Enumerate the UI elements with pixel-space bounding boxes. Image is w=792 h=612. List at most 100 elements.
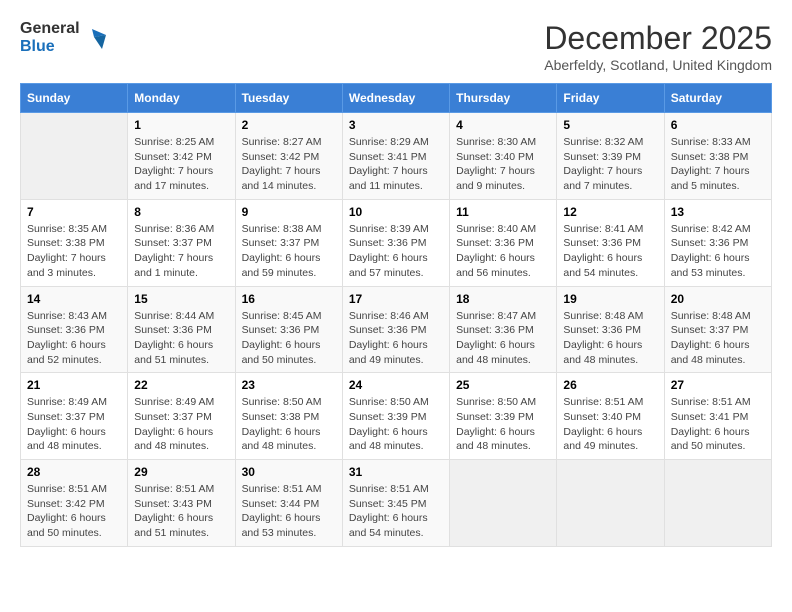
day-number: 29 xyxy=(134,465,228,479)
daylight: Daylight: 6 hours and 59 minutes. xyxy=(242,252,321,279)
daylight: Daylight: 6 hours and 49 minutes. xyxy=(349,339,428,366)
sunrise: Sunrise: 8:50 AM xyxy=(242,396,322,408)
sunset: Sunset: 3:38 PM xyxy=(242,411,320,423)
day-number: 16 xyxy=(242,292,336,306)
calendar-cell: 10 Sunrise: 8:39 AM Sunset: 3:36 PM Dayl… xyxy=(342,199,449,286)
day-info: Sunrise: 8:51 AM Sunset: 3:43 PM Dayligh… xyxy=(134,482,228,541)
day-info: Sunrise: 8:51 AM Sunset: 3:40 PM Dayligh… xyxy=(563,395,657,454)
daylight: Daylight: 7 hours and 3 minutes. xyxy=(27,252,106,279)
day-number: 11 xyxy=(456,205,550,219)
day-number: 25 xyxy=(456,378,550,392)
col-sunday: Sunday xyxy=(21,84,128,113)
logo-bird-icon xyxy=(84,27,106,49)
sunset: Sunset: 3:36 PM xyxy=(671,237,749,249)
day-number: 21 xyxy=(27,378,121,392)
sunrise: Sunrise: 8:29 AM xyxy=(349,136,429,148)
day-info: Sunrise: 8:40 AM Sunset: 3:36 PM Dayligh… xyxy=(456,222,550,281)
day-number: 1 xyxy=(134,118,228,132)
day-number: 22 xyxy=(134,378,228,392)
daylight: Daylight: 6 hours and 48 minutes. xyxy=(671,339,750,366)
day-number: 4 xyxy=(456,118,550,132)
sunrise: Sunrise: 8:27 AM xyxy=(242,136,322,148)
calendar-cell xyxy=(664,460,771,547)
sunrise: Sunrise: 8:32 AM xyxy=(563,136,643,148)
calendar-cell: 31 Sunrise: 8:51 AM Sunset: 3:45 PM Dayl… xyxy=(342,460,449,547)
daylight: Daylight: 6 hours and 48 minutes. xyxy=(349,426,428,453)
sunrise: Sunrise: 8:45 AM xyxy=(242,310,322,322)
sunset: Sunset: 3:37 PM xyxy=(242,237,320,249)
daylight: Daylight: 7 hours and 9 minutes. xyxy=(456,165,535,192)
calendar-cell: 20 Sunrise: 8:48 AM Sunset: 3:37 PM Dayl… xyxy=(664,286,771,373)
col-saturday: Saturday xyxy=(664,84,771,113)
sunset: Sunset: 3:41 PM xyxy=(349,151,427,163)
sunset: Sunset: 3:37 PM xyxy=(134,237,212,249)
day-number: 14 xyxy=(27,292,121,306)
daylight: Daylight: 7 hours and 5 minutes. xyxy=(671,165,750,192)
daylight: Daylight: 6 hours and 48 minutes. xyxy=(456,339,535,366)
logo-text: General Blue xyxy=(20,20,80,55)
sunset: Sunset: 3:36 PM xyxy=(456,237,534,249)
daylight: Daylight: 6 hours and 48 minutes. xyxy=(27,426,106,453)
day-info: Sunrise: 8:36 AM Sunset: 3:37 PM Dayligh… xyxy=(134,222,228,281)
calendar-cell: 27 Sunrise: 8:51 AM Sunset: 3:41 PM Dayl… xyxy=(664,373,771,460)
sunrise: Sunrise: 8:48 AM xyxy=(671,310,751,322)
sunrise: Sunrise: 8:43 AM xyxy=(27,310,107,322)
day-info: Sunrise: 8:30 AM Sunset: 3:40 PM Dayligh… xyxy=(456,135,550,194)
day-info: Sunrise: 8:25 AM Sunset: 3:42 PM Dayligh… xyxy=(134,135,228,194)
sunset: Sunset: 3:43 PM xyxy=(134,498,212,510)
calendar-week-1: 1 Sunrise: 8:25 AM Sunset: 3:42 PM Dayli… xyxy=(21,113,772,200)
day-info: Sunrise: 8:38 AM Sunset: 3:37 PM Dayligh… xyxy=(242,222,336,281)
daylight: Daylight: 6 hours and 51 minutes. xyxy=(134,339,213,366)
logo: General Blue xyxy=(20,20,106,55)
calendar-cell: 15 Sunrise: 8:44 AM Sunset: 3:36 PM Dayl… xyxy=(128,286,235,373)
sunset: Sunset: 3:39 PM xyxy=(456,411,534,423)
sunset: Sunset: 3:36 PM xyxy=(349,324,427,336)
day-number: 18 xyxy=(456,292,550,306)
sunrise: Sunrise: 8:36 AM xyxy=(134,223,214,235)
day-info: Sunrise: 8:49 AM Sunset: 3:37 PM Dayligh… xyxy=(134,395,228,454)
day-info: Sunrise: 8:48 AM Sunset: 3:36 PM Dayligh… xyxy=(563,309,657,368)
sunset: Sunset: 3:36 PM xyxy=(27,324,105,336)
calendar-cell: 2 Sunrise: 8:27 AM Sunset: 3:42 PM Dayli… xyxy=(235,113,342,200)
sunrise: Sunrise: 8:25 AM xyxy=(134,136,214,148)
sunrise: Sunrise: 8:33 AM xyxy=(671,136,751,148)
calendar-cell: 11 Sunrise: 8:40 AM Sunset: 3:36 PM Dayl… xyxy=(450,199,557,286)
day-number: 20 xyxy=(671,292,765,306)
day-info: Sunrise: 8:43 AM Sunset: 3:36 PM Dayligh… xyxy=(27,309,121,368)
calendar-cell: 29 Sunrise: 8:51 AM Sunset: 3:43 PM Dayl… xyxy=(128,460,235,547)
day-number: 3 xyxy=(349,118,443,132)
sunset: Sunset: 3:38 PM xyxy=(671,151,749,163)
sunset: Sunset: 3:42 PM xyxy=(242,151,320,163)
calendar-cell xyxy=(557,460,664,547)
sunset: Sunset: 3:45 PM xyxy=(349,498,427,510)
sunset: Sunset: 3:37 PM xyxy=(27,411,105,423)
calendar-cell: 24 Sunrise: 8:50 AM Sunset: 3:39 PM Dayl… xyxy=(342,373,449,460)
sunset: Sunset: 3:41 PM xyxy=(671,411,749,423)
sunrise: Sunrise: 8:51 AM xyxy=(349,483,429,495)
sunrise: Sunrise: 8:30 AM xyxy=(456,136,536,148)
daylight: Daylight: 6 hours and 48 minutes. xyxy=(242,426,321,453)
day-number: 31 xyxy=(349,465,443,479)
day-info: Sunrise: 8:44 AM Sunset: 3:36 PM Dayligh… xyxy=(134,309,228,368)
day-number: 19 xyxy=(563,292,657,306)
sunset: Sunset: 3:39 PM xyxy=(349,411,427,423)
daylight: Daylight: 7 hours and 1 minute. xyxy=(134,252,213,279)
day-number: 7 xyxy=(27,205,121,219)
calendar-cell: 14 Sunrise: 8:43 AM Sunset: 3:36 PM Dayl… xyxy=(21,286,128,373)
sunrise: Sunrise: 8:50 AM xyxy=(349,396,429,408)
calendar-week-3: 14 Sunrise: 8:43 AM Sunset: 3:36 PM Dayl… xyxy=(21,286,772,373)
day-info: Sunrise: 8:51 AM Sunset: 3:45 PM Dayligh… xyxy=(349,482,443,541)
calendar-week-2: 7 Sunrise: 8:35 AM Sunset: 3:38 PM Dayli… xyxy=(21,199,772,286)
day-number: 13 xyxy=(671,205,765,219)
calendar-cell: 17 Sunrise: 8:46 AM Sunset: 3:36 PM Dayl… xyxy=(342,286,449,373)
day-number: 6 xyxy=(671,118,765,132)
sunset: Sunset: 3:37 PM xyxy=(134,411,212,423)
calendar-cell: 25 Sunrise: 8:50 AM Sunset: 3:39 PM Dayl… xyxy=(450,373,557,460)
calendar-cell: 22 Sunrise: 8:49 AM Sunset: 3:37 PM Dayl… xyxy=(128,373,235,460)
sunrise: Sunrise: 8:44 AM xyxy=(134,310,214,322)
daylight: Daylight: 7 hours and 11 minutes. xyxy=(349,165,428,192)
calendar-cell xyxy=(450,460,557,547)
calendar-cell xyxy=(21,113,128,200)
daylight: Daylight: 6 hours and 56 minutes. xyxy=(456,252,535,279)
calendar-cell: 4 Sunrise: 8:30 AM Sunset: 3:40 PM Dayli… xyxy=(450,113,557,200)
